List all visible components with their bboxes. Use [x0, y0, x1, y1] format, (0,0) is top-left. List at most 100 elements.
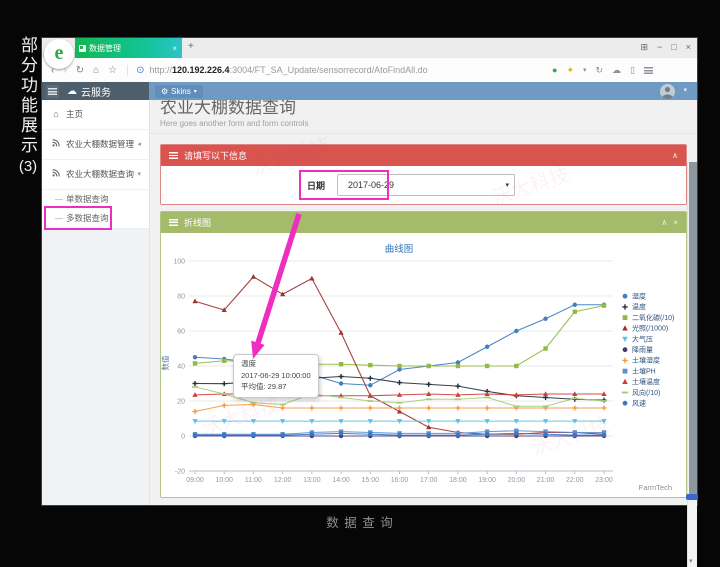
cloud-sync-icon[interactable]: ☁: [612, 65, 621, 76]
expand-arrow-icon: ▾: [137, 160, 141, 189]
svg-text:13:00: 13:00: [303, 477, 321, 484]
skins-label: Skins: [171, 87, 191, 96]
svg-text:22:00: 22:00: [566, 477, 584, 484]
page-title: 农业大棚数据查询: [160, 100, 687, 118]
tooltip-value: 平均值: 29.87: [241, 381, 311, 393]
select-caret-icon: ▾: [506, 181, 510, 189]
url-scheme: http://: [149, 65, 172, 75]
maximize-icon[interactable]: □: [671, 43, 676, 52]
date-form-row: 日期 2017-06-29 ▾: [161, 166, 686, 204]
pin-window-icon[interactable]: ⊞: [640, 43, 648, 52]
avatar-caret-icon[interactable]: ▾: [683, 86, 687, 94]
svg-text:23:00: 23:00: [595, 477, 613, 484]
mode-caret-icon[interactable]: ▾: [583, 66, 587, 74]
rss-icon: [51, 130, 61, 159]
form-panel-header: 请填写以下信息 ∧: [161, 145, 686, 166]
page-subtitle: Here goes another form and form controls: [160, 119, 687, 128]
browser-window: e 数据管理 × + ⊞ − □ × ‹ › ↻ ⌂ ☆ ⊙ http://12…: [42, 38, 697, 505]
svg-text:温度: 温度: [632, 302, 646, 311]
slide-side-label-number: (3): [14, 158, 42, 175]
skins-dropdown[interactable]: ⚙ Skins ▾: [155, 85, 203, 98]
sidebar-toggle-button[interactable]: [46, 85, 59, 98]
chart-tooltip: 温度 2017-06-29 10:00:00 平均值: 29.87: [233, 354, 319, 398]
site-globe-icon: ⊙: [136, 65, 144, 76]
main-content: 农业大棚数据查询 Here goes another form and form…: [150, 100, 697, 505]
new-tab-button[interactable]: +: [188, 42, 194, 52]
window-controls: ⊞ − □ ×: [640, 43, 691, 52]
browser-tab[interactable]: 数据管理 ×: [75, 38, 182, 58]
scrollbar-thumb[interactable]: [689, 162, 697, 494]
svg-text:15:00: 15:00: [362, 477, 380, 484]
svg-text:12:00: 12:00: [274, 477, 292, 484]
rss-icon: [51, 160, 61, 189]
brand-cloud-icon: ☁: [67, 86, 77, 97]
collapse-up-icon[interactable]: ∧: [661, 218, 667, 227]
svg-text:20: 20: [177, 399, 185, 406]
slide-side-label: 部分功能展示: [14, 36, 40, 156]
svg-text:100: 100: [173, 259, 185, 266]
svg-text:14:00: 14:00: [332, 477, 350, 484]
tab-favicon-icon: [79, 45, 86, 52]
speed-mode-icon[interactable]: ✦: [566, 65, 574, 76]
svg-text:80: 80: [177, 294, 185, 301]
svg-text:曲线图: 曲线图: [385, 243, 414, 255]
svg-text:二氧化碳(/10): 二氧化碳(/10): [632, 313, 674, 322]
scroll-down-icon[interactable]: ▾: [689, 557, 693, 565]
svg-text:数值: 数值: [161, 355, 170, 370]
home-icon[interactable]: ⌂: [93, 65, 99, 76]
svg-text:0: 0: [181, 434, 185, 441]
slide-caption: 数 据 查 询: [0, 512, 720, 531]
mobile-icon[interactable]: ▯: [630, 65, 635, 76]
app-brand-zone: ☁ 云服务: [42, 82, 149, 100]
tab-bar: e 数据管理 × + ⊞ − □ ×: [42, 38, 697, 58]
reload-icon[interactable]: ↻: [76, 65, 84, 76]
panel-bars-icon: [169, 152, 178, 159]
panel-close-icon[interactable]: ×: [673, 218, 678, 227]
svg-text:光照(/1000): 光照(/1000): [632, 324, 668, 333]
browser-menu-icon[interactable]: [644, 67, 653, 74]
close-icon[interactable]: ×: [686, 43, 691, 52]
browser-logo-icon[interactable]: e: [44, 39, 74, 69]
address-input[interactable]: ⊙ http://120.192.226.4:3004/FT_SA_Update…: [127, 65, 506, 76]
tab-close-icon[interactable]: ×: [171, 44, 178, 53]
svg-text:60: 60: [177, 329, 185, 336]
svg-text:09:00: 09:00: [186, 477, 204, 484]
sidebar: ⌂ 主页 农业大棚数据管理 ◂ 农业大棚数据查询 ▾ — 单数据查询: [42, 100, 150, 505]
sidebar-item-data-management[interactable]: 农业大棚数据管理 ◂: [42, 130, 149, 160]
collapse-arrow-icon: ◂: [137, 130, 141, 159]
chart-panel-header: 折线图 ∧ ×: [161, 212, 686, 233]
security-shield-icon[interactable]: ●: [552, 65, 557, 75]
favorite-star-icon[interactable]: ☆: [108, 65, 117, 76]
annotation-box-multi-query: [44, 206, 112, 230]
svg-text:风速: 风速: [632, 400, 646, 408]
scrollbar[interactable]: ▾: [687, 162, 697, 567]
skins-caret-icon: ▾: [194, 88, 197, 95]
side-promo-badge[interactable]: [686, 494, 698, 500]
minimize-icon[interactable]: −: [657, 43, 662, 52]
svg-text:土壤温度: 土壤温度: [632, 377, 660, 386]
brand-name: 云服务: [81, 84, 111, 99]
chart-panel-title: 折线图: [184, 216, 211, 229]
svg-text:土壤PH: 土壤PH: [632, 366, 656, 375]
svg-text:降雨量: 降雨量: [632, 345, 653, 354]
form-panel-body: 日期 2017-06-29 ▾: [161, 166, 686, 204]
svg-text:湿度: 湿度: [632, 292, 646, 301]
history-icon[interactable]: ↻: [596, 65, 604, 76]
svg-text:17:00: 17:00: [420, 477, 438, 484]
collapse-up-icon[interactable]: ∧: [672, 151, 678, 160]
app-header: ☁ 云服务 ⚙ Skins ▾ ▾: [42, 82, 697, 100]
form-panel: 请填写以下信息 ∧ 日期 2017-06-29 ▾: [160, 144, 687, 205]
sidebar-item-home[interactable]: ⌂ 主页: [42, 100, 149, 130]
sidebar-item-data-query[interactable]: 农业大棚数据查询 ▾: [42, 160, 149, 190]
svg-text:土壤湿度: 土壤湿度: [632, 356, 660, 365]
url-bar: ‹ › ↻ ⌂ ☆ ⊙ http://120.192.226.4:3004/FT…: [42, 58, 697, 83]
panel-bars-icon: [169, 219, 178, 226]
svg-text:风向(/10): 风向(/10): [632, 388, 660, 397]
tooltip-datetime: 2017-06-29 10:00:00: [241, 370, 311, 382]
user-avatar[interactable]: [660, 84, 675, 99]
home-icon: ⌂: [51, 100, 61, 129]
app-body: ⌂ 主页 农业大棚数据管理 ◂ 农业大棚数据查询 ▾ — 单数据查询: [42, 100, 697, 505]
sidebar-filler: [42, 228, 149, 505]
url-host: 120.192.226.4: [172, 65, 230, 75]
svg-text:10:00: 10:00: [215, 477, 233, 484]
